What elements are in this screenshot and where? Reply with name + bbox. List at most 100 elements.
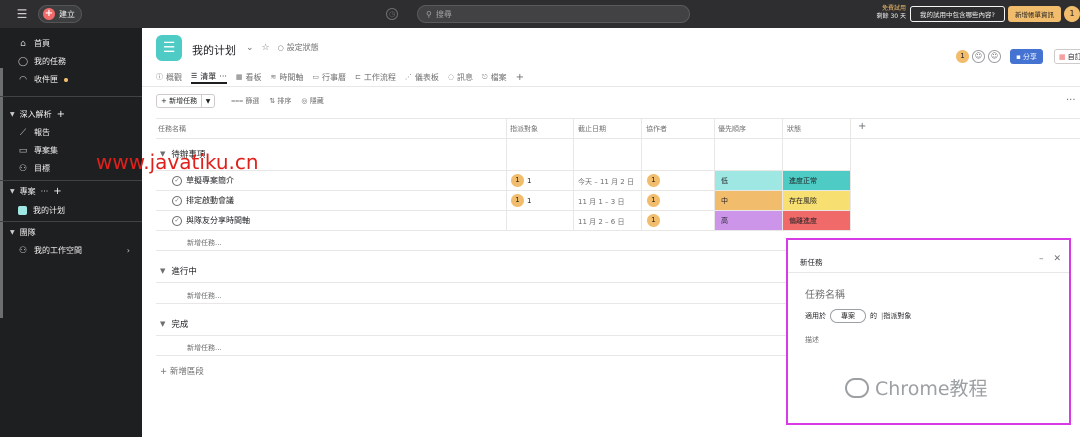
column-header-due[interactable]: 截止日期 <box>578 124 606 134</box>
column-header-collaborators[interactable]: 協作者 <box>646 124 667 134</box>
add-column-icon[interactable]: + <box>858 121 866 132</box>
add-member-icon[interactable]: ☺ <box>972 50 985 63</box>
collaborator-cell[interactable]: 1 <box>647 174 660 187</box>
check-icon[interactable]: ✓ <box>172 175 182 186</box>
sidebar-item-label: 首頁 <box>34 39 50 48</box>
tab-messages[interactable]: ◌ 訊息 <box>448 70 473 84</box>
tab-calendar[interactable]: ▭ 行事曆 <box>312 70 346 84</box>
tab-label: 儀表板 <box>414 72 439 82</box>
column-header-assignee[interactable]: 指派對象 <box>510 124 538 134</box>
chevron-down-icon[interactable]: ▼ <box>202 95 214 107</box>
hide-button[interactable]: ◎ 隱藏 <box>301 96 323 106</box>
status-pill[interactable]: 存在風險 <box>783 191 850 210</box>
sidebar-section-team[interactable]: ▼ 團隊 <box>10 227 36 238</box>
sidebar-item-label: 目標 <box>34 164 50 173</box>
add-icon[interactable]: + <box>57 109 65 120</box>
due-date-cell[interactable]: 11 月 1 – 3 日 <box>578 197 624 207</box>
add-task-link[interactable]: 新增任務... <box>187 291 222 301</box>
column-header-priority[interactable]: 優先順序 <box>718 124 746 134</box>
sidebar-divider <box>0 96 142 97</box>
col-divider <box>573 118 574 231</box>
sidebar-section-insights[interactable]: ▼ 深入解析 + <box>10 109 65 120</box>
star-icon[interactable]: ☆ <box>262 43 270 53</box>
add-section-button[interactable]: + 新增區段 <box>160 365 204 377</box>
more-icon[interactable]: ··· <box>41 187 49 196</box>
user-avatar[interactable]: 1 <box>1064 6 1080 22</box>
assignee-cell[interactable]: 11 <box>511 174 531 187</box>
filter-button[interactable]: ⩶ 篩選 <box>231 96 259 106</box>
add-member-icon[interactable]: ☺ <box>988 50 1001 63</box>
column-header-status[interactable]: 狀態 <box>787 124 801 134</box>
sidebar-item-workspace[interactable]: ⚇ 我的工作空間 › <box>18 245 130 256</box>
tab-timeline[interactable]: ≋ 時間軸 <box>271 70 304 84</box>
sidebar-item-my-plan[interactable]: 我的计划 <box>18 205 65 216</box>
check-circle-icon: ◯ <box>17 56 29 67</box>
assignee-picker[interactable]: |指派對象 <box>881 311 911 321</box>
collaborator-cell[interactable]: 1 <box>647 194 660 207</box>
add-billing-button[interactable]: 新增帳單資訊 <box>1008 6 1061 22</box>
sidebar-item-portfolios[interactable]: ▭ 專案集 <box>18 145 58 156</box>
add-task-link[interactable]: 新增任務... <box>187 343 222 353</box>
add-task-link[interactable]: 新增任務... <box>187 238 222 248</box>
priority-pill[interactable]: 中 <box>715 191 782 210</box>
collaborator-avatar: 1 <box>647 194 660 207</box>
sidebar-item-my-tasks[interactable]: ◯ 我的任務 <box>18 56 66 67</box>
search-input[interactable]: ⚲ 搜尋 <box>417 5 690 23</box>
hamburger-menu-icon[interactable]: ☰ <box>14 6 30 22</box>
share-button[interactable]: ▪ 分享 <box>1010 49 1043 64</box>
more-options-icon[interactable]: ··· <box>1066 95 1076 106</box>
due-date-cell[interactable]: 今天 – 11 月 2 日 <box>578 177 634 187</box>
tab-label: 清單 <box>200 71 217 81</box>
collaborator-cell[interactable]: 1 <box>647 214 660 227</box>
priority-pill[interactable]: 低 <box>715 171 782 190</box>
create-button[interactable]: + 建立 <box>38 5 82 23</box>
task-row-name[interactable]: ✓ 與隊友分享時間軸 <box>172 215 250 226</box>
more-icon[interactable]: ··· <box>219 72 227 81</box>
member-avatar[interactable]: 1 <box>956 50 969 63</box>
sidebar-item-inbox[interactable]: ◠ 收件匣 <box>18 74 68 85</box>
tab-dashboard[interactable]: ⋰ 儀表板 <box>405 70 439 84</box>
sidebar-scrollbar[interactable] <box>0 68 3 318</box>
sidebar-item-label: 報告 <box>34 128 50 137</box>
sidebar-section-projects[interactable]: ▼ 專案 ··· + <box>10 186 62 197</box>
close-icon[interactable]: ✕ <box>1053 254 1061 264</box>
task-row-name[interactable]: ✓ 排定啟動會議 <box>172 195 234 206</box>
add-tab-icon[interactable]: + <box>516 70 524 84</box>
trial-contents-button[interactable]: 我的試用中包含哪些內容? <box>910 6 1005 22</box>
sort-button[interactable]: ⇅ 排序 <box>269 96 291 106</box>
sidebar-item-home[interactable]: ⌂ 首頁 <box>18 38 50 49</box>
tabs-divider <box>142 86 1080 87</box>
priority-pill[interactable]: 高 <box>715 211 782 230</box>
page-title[interactable]: 我的计划 <box>192 42 236 58</box>
history-clock-icon[interactable]: ◷ <box>386 8 398 20</box>
check-icon[interactable]: ✓ <box>172 195 182 206</box>
plus-icon: + <box>43 8 55 20</box>
status-pill[interactable]: 進度正常 <box>783 171 850 190</box>
add-icon[interactable]: + <box>53 186 61 197</box>
column-header-name[interactable]: 任務名稱 <box>158 124 186 134</box>
set-status-button[interactable]: ○ 設定狀態 <box>278 42 319 53</box>
minimize-icon[interactable]: – <box>1039 254 1044 264</box>
status-pill[interactable]: 偏離進度 <box>783 211 850 230</box>
check-icon[interactable]: ✓ <box>172 215 182 226</box>
add-task-button[interactable]: + 新增任務 ▼ <box>156 94 216 108</box>
tab-overview[interactable]: ⓘ 概觀 <box>156 70 182 84</box>
tab-board[interactable]: ▦ 看板 <box>236 70 262 84</box>
sidebar-item-reports[interactable]: ⟋ 報告 <box>18 127 50 138</box>
tab-workflow[interactable]: ⊏ 工作流程 <box>355 70 396 84</box>
description-input[interactable]: 描述 <box>805 335 819 345</box>
sidebar-item-goals[interactable]: ⚇ 目標 <box>18 163 50 174</box>
task-name-input[interactable]: 任務名稱 <box>805 286 845 301</box>
row-line <box>156 303 786 304</box>
tab-list[interactable]: ☰ 清單 ··· <box>191 70 227 84</box>
project-list-icon[interactable]: ☰ <box>156 35 182 61</box>
project-chip[interactable]: 專案 <box>830 309 866 323</box>
due-date-cell[interactable]: 11 月 2 – 6 日 <box>578 217 624 227</box>
customize-button[interactable]: ▦ 自訂 <box>1054 49 1080 64</box>
task-row-name[interactable]: ✓ 草擬專案簡介 <box>172 175 234 186</box>
section-done[interactable]: ▼ 完成 <box>160 318 188 330</box>
tab-files[interactable]: ⎋ 檔案 <box>482 70 507 84</box>
chevron-down-icon[interactable]: ⌄ <box>246 43 254 53</box>
assignee-cell[interactable]: 11 <box>511 194 531 207</box>
section-in-progress[interactable]: ▼ 進行中 <box>160 265 197 277</box>
